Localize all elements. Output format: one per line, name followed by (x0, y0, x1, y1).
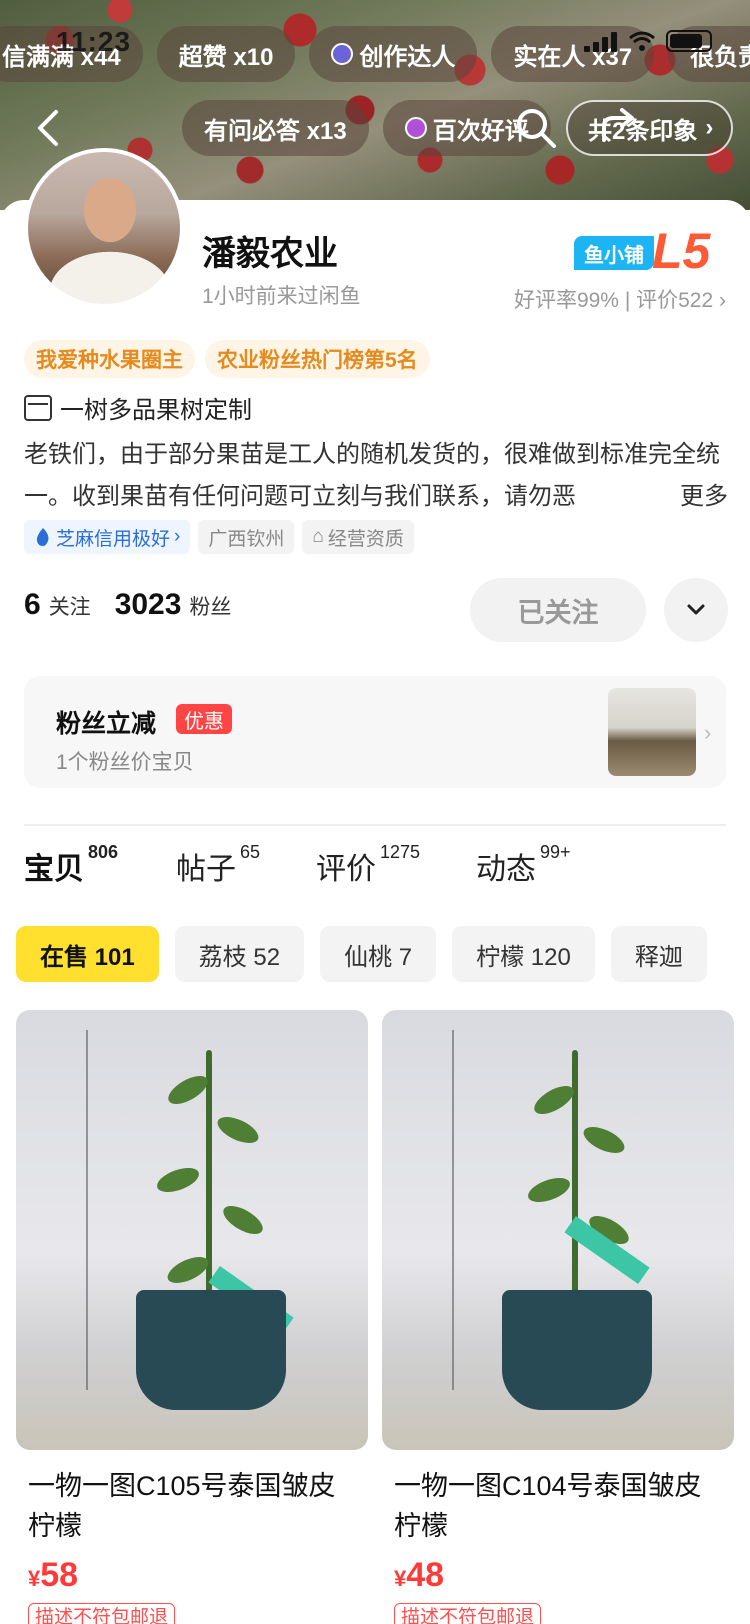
search-icon[interactable] (512, 104, 558, 150)
return-policy-badge: 描述不符包邮退 (394, 1603, 542, 1624)
shop-icon: ⌂ (312, 526, 324, 547)
bio-more-link[interactable]: 更多 (640, 476, 728, 518)
service-line: 一树多品果树定制 (24, 390, 252, 425)
product-title: 一物一图C105号泰国皱皮柠檬 (28, 1471, 336, 1541)
honor-tag[interactable]: 农业粉丝热门榜第5名 (205, 340, 430, 378)
follow-label: 关注 (48, 596, 91, 619)
filter-lemon[interactable]: 柠檬 120 (452, 926, 595, 982)
status-time: 11:23 (56, 26, 132, 57)
tab-activity[interactable]: 动态99+ (476, 842, 571, 888)
shop-type-badge: 鱼小铺 (574, 236, 654, 270)
last-seen-text: 1小时前来过闲鱼 (202, 285, 361, 308)
back-icon[interactable] (28, 104, 68, 152)
chevron-right-icon: › (704, 720, 712, 745)
impression-button[interactable]: 共2条印象 › (566, 100, 734, 156)
flame-icon (36, 528, 49, 546)
signal-icon (584, 30, 618, 52)
discount-tag: 优惠 (176, 704, 232, 734)
product-image (16, 1010, 368, 1450)
avatar[interactable] (24, 148, 184, 308)
product-grid: 一物一图C105号泰国皱皮柠檬 ¥58 描述不符包邮退 一物一图C104号泰国皱… (16, 1010, 734, 1624)
chevron-down-icon (687, 604, 705, 615)
product-card[interactable]: 一物一图C104号泰国皱皮柠檬 ¥48 描述不符包邮退 (382, 1010, 734, 1624)
credit-chip[interactable]: 芝麻信用极好 › (24, 520, 191, 554)
filter-peach[interactable]: 仙桃 7 (320, 926, 437, 982)
share-icon[interactable] (598, 104, 642, 148)
fan-discount-title: 粉丝立减 (56, 710, 157, 738)
fans-label: 粉丝 (189, 596, 232, 619)
product-price: ¥58 (28, 1556, 79, 1594)
battery-icon (666, 30, 712, 52)
badge: 有问必答 x13 (182, 100, 369, 156)
more-button[interactable] (664, 578, 728, 642)
location-chip: 广西钦州 (198, 520, 295, 554)
service-text: 一树多品果树定制 (60, 397, 252, 424)
follow-stats: 6 关注 3023 粉丝 (24, 588, 247, 622)
return-policy-badge: 描述不符包邮退 (28, 1603, 176, 1624)
filter-on-sale[interactable]: 在售 101 (16, 926, 159, 982)
chevron-right-icon: › (719, 289, 726, 312)
status-bar: 11:23 (0, 22, 750, 62)
honor-tag[interactable]: 我爱种水果圈主 (24, 340, 195, 378)
filter-lychee[interactable]: 荔枝 52 (174, 926, 305, 982)
product-title: 一物一图C104号泰国皱皮柠檬 (394, 1471, 702, 1541)
fan-discount-card[interactable]: 粉丝立减 优惠 1个粉丝价宝贝 › (24, 676, 726, 788)
honor-row: 我爱种水果圈主 农业粉丝热门榜第5名 (24, 340, 430, 378)
level-badge: L5 (652, 223, 711, 279)
tab-items[interactable]: 宝贝806 (24, 842, 118, 894)
store-icon (24, 394, 52, 421)
info-chips: 芝麻信用极好 › 广西钦州 ⌂ 经营资质 (24, 520, 414, 554)
fans-count[interactable]: 3023 (115, 588, 182, 622)
tab-reviews[interactable]: 评价1275 (316, 842, 420, 888)
praise-icon (404, 117, 427, 139)
product-price: ¥48 (394, 1556, 445, 1594)
fan-discount-subtitle: 1个粉丝价宝贝 (56, 751, 194, 774)
followed-button[interactable]: 已关注 (470, 578, 646, 642)
shop-bio: 老铁们，由于部分果苗是工人的随机发货的，很难做到标准完全统一。收到果苗有任何问题… (24, 441, 720, 510)
tab-posts[interactable]: 帖子65 (176, 842, 260, 888)
product-thumbnail (608, 688, 696, 776)
rating-link[interactable]: 好评率99% | 评价522 › (514, 284, 726, 314)
product-card[interactable]: 一物一图C105号泰国皱皮柠檬 ¥58 描述不符包邮退 (16, 1010, 368, 1624)
qualification-chip[interactable]: ⌂ 经营资质 (302, 520, 414, 554)
wifi-icon (629, 31, 655, 51)
shop-name: 潘毅农业 (202, 235, 338, 273)
filter-sugar-apple[interactable]: 释迦 (610, 926, 707, 982)
chevron-right-icon: › (705, 114, 714, 141)
product-image (382, 1010, 734, 1450)
category-filters: 在售 101 荔枝 52 仙桃 7 柠檬 120 释迦 (16, 926, 750, 982)
divider (24, 824, 726, 826)
follow-count[interactable]: 6 (24, 588, 41, 622)
